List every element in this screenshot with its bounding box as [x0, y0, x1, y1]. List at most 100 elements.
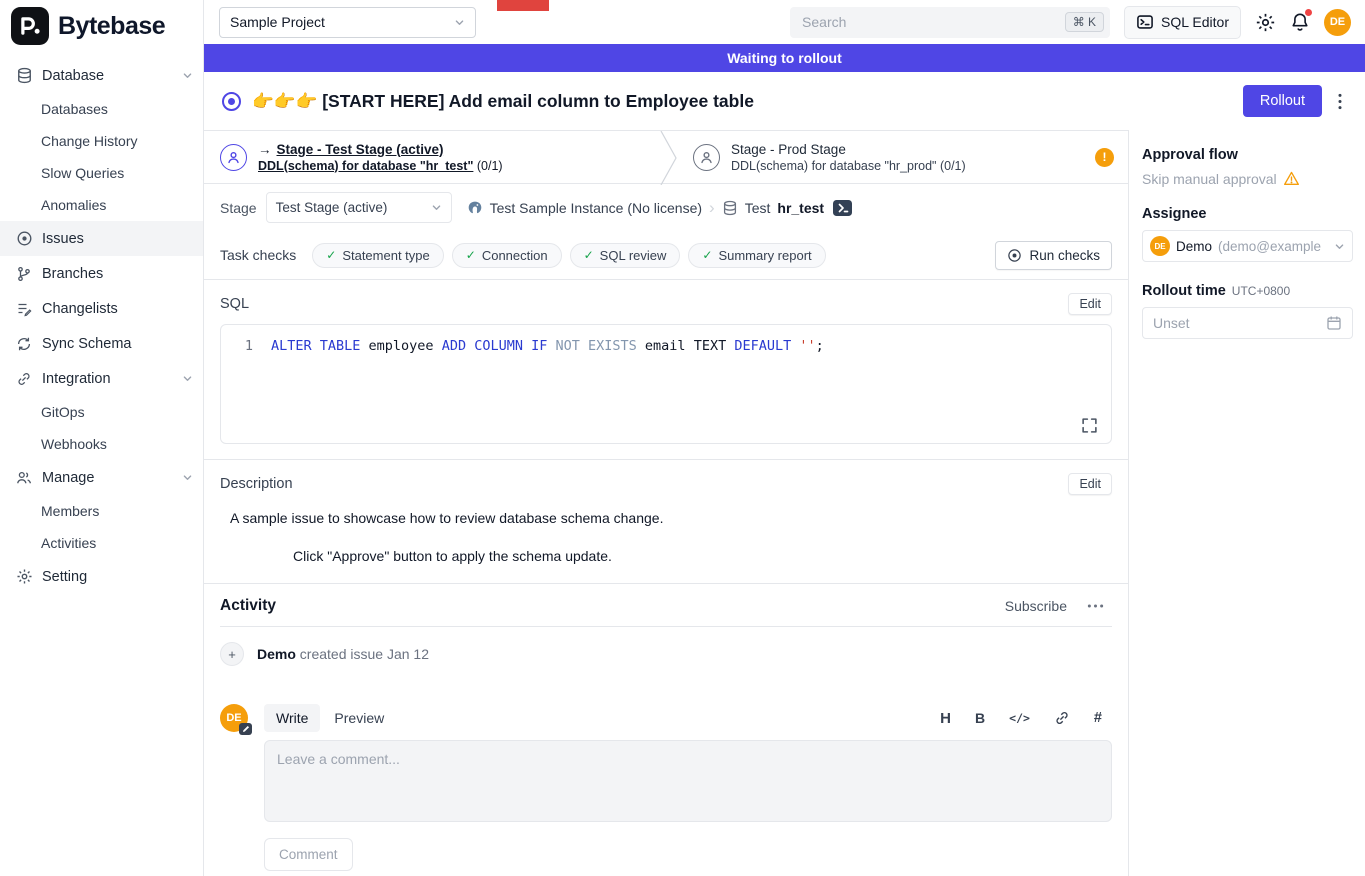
search-input[interactable]: Search ⌘ K [790, 7, 1110, 38]
check-icon: ✓ [466, 248, 476, 262]
sidebar-item-label: Members [41, 503, 99, 519]
stage-person-icon [693, 144, 720, 171]
sql-code-editor[interactable]: 1 ALTER TABLE employee ADD COLUMN IF NOT… [220, 324, 1112, 444]
run-checks-button[interactable]: Run checks [995, 241, 1112, 270]
sidebar-item-activities[interactable]: Activities [0, 527, 203, 559]
sidebar-item-integration[interactable]: Integration [0, 361, 203, 396]
bytebase-logo-icon [11, 7, 49, 45]
sidebar-nav: Database Databases Change History Slow Quer… [0, 54, 203, 594]
instance-name[interactable]: Test Sample Instance (No license) [490, 200, 702, 216]
rollout-button[interactable]: Rollout [1243, 85, 1322, 117]
task-check-label: Connection [482, 248, 548, 263]
stage-timeline: → Stage - Test Stage (active) DDL(schema… [204, 130, 1128, 184]
run-checks-label: Run checks [1029, 248, 1100, 263]
integration-icon [16, 370, 33, 387]
sidebar-item-branches[interactable]: Branches [0, 256, 203, 291]
line-number: 1 [221, 336, 271, 356]
comment-input[interactable] [264, 740, 1112, 822]
stage-title: Stage - Test Stage (active) [277, 142, 444, 157]
database-name[interactable]: hr_test [777, 200, 824, 216]
task-checks-label: Task checks [220, 247, 296, 263]
stage-card-test[interactable]: → Stage - Test Stage (active) DDL(schema… [204, 131, 660, 183]
chevron-down-icon [182, 373, 193, 384]
description-edit-button[interactable]: Edit [1068, 473, 1112, 495]
sidebar-item-label: Slow Queries [41, 165, 124, 181]
heading-icon[interactable]: H [940, 710, 951, 727]
topbar: Sample Project Search ⌘ K SQL Editor DE [204, 0, 1365, 44]
gear-icon [16, 568, 33, 585]
instance-breadcrumb: Test Sample Instance (No license) › Test… [467, 199, 852, 216]
issue-header: 👉👉👉 [START HERE] Add email column to Emp… [204, 72, 1365, 130]
project-select[interactable]: Sample Project [219, 7, 476, 38]
sidebar-item-changelists[interactable]: Changelists [0, 291, 203, 326]
stage-select[interactable]: Test Stage (active) [266, 192, 452, 223]
sidebar-item-label: Change History [41, 133, 138, 149]
description-text: A sample issue to showcase how to review… [230, 510, 1112, 526]
stage-card-prod[interactable]: Stage - Prod Stage DDL(schema) for datab… [677, 131, 1128, 183]
check-icon: ✓ [326, 248, 336, 262]
sidebar-item-setting[interactable]: Setting [0, 559, 203, 594]
approval-flow-title: Approval flow [1142, 147, 1353, 163]
sql-edit-button[interactable]: Edit [1068, 293, 1112, 315]
sidebar-item-gitops[interactable]: GitOps [0, 396, 203, 428]
settings-gear-icon[interactable] [1255, 12, 1276, 33]
bold-icon[interactable]: B [975, 710, 985, 726]
sidebar-item-label: Databases [41, 101, 108, 117]
users-icon [16, 469, 33, 486]
tab-write[interactable]: Write [264, 704, 320, 732]
expand-icon[interactable] [1081, 417, 1098, 434]
notification-dot [1305, 9, 1312, 16]
comment-button[interactable]: Comment [264, 838, 353, 871]
formatting-toolbar: H B </> # [940, 710, 1112, 727]
task-check-pills: ✓Statement type✓Connection✓SQL review✓Su… [312, 243, 825, 268]
notifications-bell-icon[interactable] [1290, 12, 1310, 32]
issue-status-icon [222, 92, 241, 111]
task-check-label: Summary report [718, 248, 811, 263]
task-check-statement-type[interactable]: ✓Statement type [312, 243, 444, 268]
sidebar-item-databases[interactable]: Databases [0, 93, 203, 125]
task-checks-row: Task checks ✓Statement type✓Connection✓S… [204, 231, 1128, 280]
postgres-icon [467, 200, 483, 216]
breadcrumb-separator: › [709, 199, 715, 216]
sidebar-item-label: Sync Schema [42, 336, 131, 352]
issue-title: 👉👉👉 [START HERE] Add email column to Emp… [252, 91, 754, 112]
branch-icon [16, 265, 33, 282]
sql-editor-button[interactable]: SQL Editor [1124, 6, 1241, 39]
task-check-label: SQL review [600, 248, 667, 263]
rollout-status-banner: Waiting to rollout [204, 44, 1365, 72]
task-check-sql-review[interactable]: ✓SQL review [570, 243, 681, 268]
sidebar-item-members[interactable]: Members [0, 495, 203, 527]
sidebar-item-anomalies[interactable]: Anomalies [0, 189, 203, 221]
sidebar-item-change-history[interactable]: Change History [0, 125, 203, 157]
ellipsis-menu-icon[interactable] [1087, 604, 1104, 608]
divider [220, 626, 1112, 627]
sidebar-item-label: Issues [42, 231, 84, 247]
sidebar-item-slow-queries[interactable]: Slow Queries [0, 157, 203, 189]
warning-triangle-icon [1283, 170, 1300, 187]
code-icon[interactable]: </> [1009, 711, 1030, 725]
task-check-summary-report[interactable]: ✓Summary report [688, 243, 825, 268]
kebab-menu-icon[interactable] [1333, 93, 1347, 110]
issue-icon [16, 230, 33, 247]
rollout-time-input[interactable]: Unset [1142, 307, 1353, 339]
sidebar-item-manage[interactable]: Manage [0, 460, 203, 495]
number-icon[interactable]: # [1094, 710, 1102, 726]
issue-sidebar: Approval flow Skip manual approval Assig… [1129, 130, 1365, 876]
sidebar-item-database[interactable]: Database [0, 58, 203, 93]
sidebar: Bytebase Database Databases Change History… [0, 0, 204, 876]
sidebar-item-webhooks[interactable]: Webhooks [0, 428, 203, 460]
sidebar-item-issues[interactable]: Issues [0, 221, 203, 256]
tab-preview[interactable]: Preview [322, 704, 396, 732]
link-icon[interactable] [1054, 710, 1070, 726]
sidebar-item-label: Webhooks [41, 436, 107, 452]
environment-name: Test [745, 200, 771, 216]
subscribe-button[interactable]: Subscribe [1005, 598, 1067, 614]
task-check-connection[interactable]: ✓ Connection [452, 243, 562, 268]
user-avatar[interactable]: DE [1324, 9, 1351, 36]
terminal-icon [1136, 13, 1154, 31]
brand-logo-row[interactable]: Bytebase [0, 0, 203, 54]
open-sql-editor-icon[interactable] [833, 200, 852, 216]
sidebar-item-sync-schema[interactable]: Sync Schema [0, 326, 203, 361]
description-text: Click "Approve" button to apply the sche… [293, 548, 1112, 564]
assignee-select[interactable]: DE Demo (demo@example [1142, 230, 1353, 262]
